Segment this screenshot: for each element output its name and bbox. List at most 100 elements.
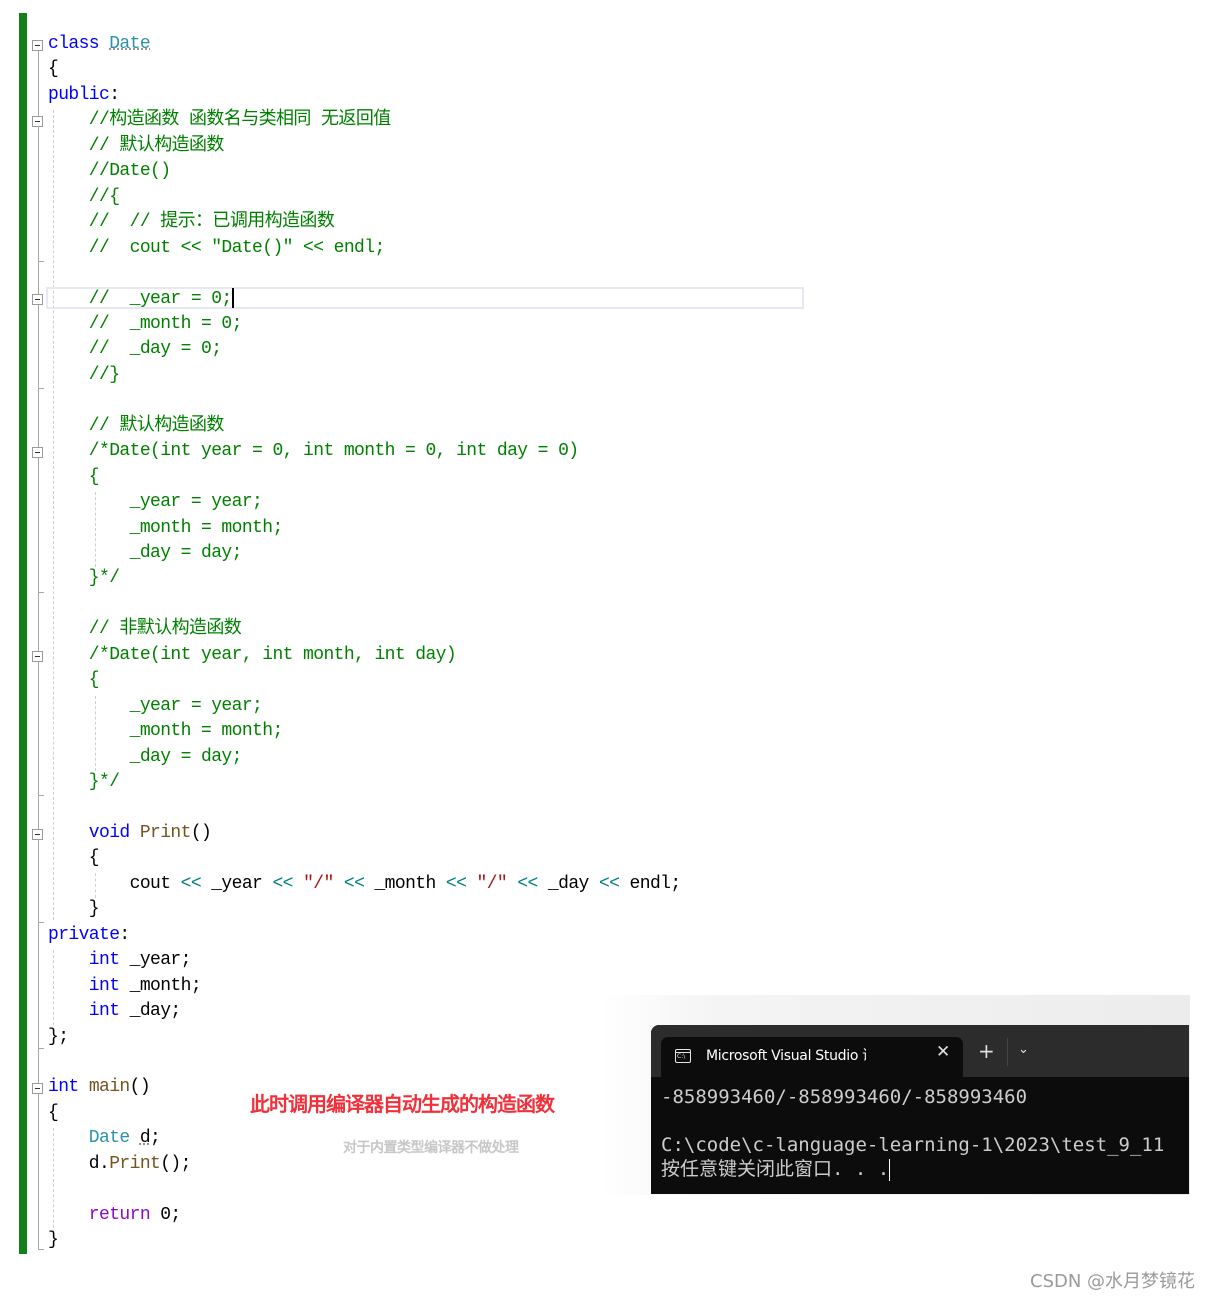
code-line: int main() (48, 1075, 151, 1100)
code-token: _year (201, 873, 273, 894)
code-line: return 0; (48, 1203, 181, 1228)
code-token: << (272, 873, 293, 894)
code-token: _year = year; (48, 492, 263, 513)
code-line: int _year; (48, 948, 192, 973)
terminal-tab-bar: C:\ Microsoft Visual Studio 调试控制台 ✕ + ⌄ (651, 1025, 1189, 1077)
code-token: public (48, 84, 110, 105)
code-token: //{ (48, 186, 120, 207)
annotation-secondary: 对于内置类型编译器不做处理 (343, 1140, 519, 1156)
code-token: //} (48, 364, 120, 385)
terminal-line: -858993460/-858993460/-858993460 (661, 1086, 1028, 1108)
chevron-down-icon[interactable]: ⌄ (1018, 1042, 1029, 1057)
annotation-primary: 此时调用编译器自动生成的构造函数 (250, 1092, 555, 1116)
fold-end (38, 1249, 44, 1250)
code-line: _month = month; (48, 719, 284, 744)
code-line: }; (48, 1025, 69, 1050)
code-token: // // 提示：已调用构造函数 (48, 212, 335, 233)
code-token: class (48, 34, 110, 54)
terminal-line-prompt: 按任意键关闭此窗口. . . (661, 1157, 1164, 1181)
code-token: // 非默认构造函数 (48, 619, 242, 640)
fold-toggle-comment-1[interactable] (32, 116, 43, 127)
code-line: // 默认构造函数 (48, 414, 225, 439)
code-token: void (48, 822, 140, 843)
code-token: int (48, 950, 120, 971)
code-line: { (48, 57, 59, 82)
code-token: int (48, 1001, 120, 1022)
code-line: _day = day; (48, 541, 243, 566)
new-tab-button[interactable]: + (978, 1040, 995, 1062)
code-line: } (48, 897, 100, 922)
code-line: int _month; (48, 974, 202, 999)
code-line: void Print() (48, 821, 212, 846)
code-line: private: (48, 923, 130, 948)
terminal-tab-title: Microsoft Visual Studio 调试控制台 (706, 1048, 866, 1064)
code-line: // // 提示：已调用构造函数 (48, 210, 335, 235)
code-token: << (343, 873, 365, 894)
code-token: _month (364, 873, 446, 894)
code-token: //构造函数 函数名与类相同 无返回值 (48, 110, 391, 131)
fold-toggle-print[interactable] (32, 829, 43, 840)
code-token: cout (48, 873, 181, 894)
code-token: _day = day; (48, 543, 243, 563)
code-token: d (139, 1128, 151, 1149)
fold-end (38, 1048, 44, 1049)
close-icon[interactable]: ✕ (936, 1042, 950, 1062)
terminal-output[interactable]: -858993460/-858993460/-858993460 C:\code\… (661, 1085, 1164, 1181)
code-token: "/" (303, 873, 334, 894)
code-token: } (48, 1230, 59, 1251)
code-line: class Date (48, 32, 151, 57)
fold-toggle-comment-3[interactable] (32, 447, 43, 458)
code-token: { (48, 59, 59, 80)
code-token: int (48, 1077, 89, 1098)
fold-line-class (38, 51, 39, 1249)
code-line: // 默认构造函数 (48, 134, 225, 159)
code-token: // _month = 0; (48, 313, 243, 334)
code-token: ; (150, 1128, 161, 1149)
code-token: /*Date(int year = 0, int month = 0, int … (48, 441, 579, 462)
code-line: //} (48, 363, 120, 388)
fold-toggle-comment-2[interactable] (32, 294, 43, 305)
code-token: << (180, 873, 202, 894)
code-token: { (48, 1102, 59, 1123)
fold-end (38, 388, 44, 389)
code-token: }*/ (48, 772, 120, 793)
code-token: // 默认构造函数 (48, 135, 225, 156)
code-line: /*Date(int year, int month, int day) (48, 643, 457, 668)
code-token: () (190, 822, 212, 843)
code-token: Date (109, 34, 151, 54)
code-token: Print (139, 822, 192, 843)
code-token: { (48, 848, 100, 869)
fold-toggle-main[interactable] (32, 1083, 43, 1094)
fold-end (38, 795, 44, 796)
code-token: () (129, 1077, 151, 1098)
console-icon: C:\ (675, 1049, 691, 1063)
code-token: } (48, 899, 100, 920)
terminal-prompt-text: 按任意键关闭此窗口. . . (661, 1158, 890, 1180)
fold-toggle-comment-4[interactable] (32, 651, 43, 662)
code-line: Date d; (48, 1126, 161, 1151)
code-line: } (48, 1228, 59, 1253)
code-line: { (48, 1101, 59, 1126)
code-line: //{ (48, 185, 120, 210)
code-line: }*/ (48, 770, 120, 795)
code-line: _year = year; (48, 694, 263, 719)
debug-console-window: C:\ Microsoft Visual Studio 调试控制台 ✕ + ⌄ … (651, 1025, 1189, 1194)
code-token: _day (537, 873, 599, 894)
code-token: _day = day; (48, 746, 243, 767)
code-token: _month = month; (48, 721, 284, 742)
fold-end (38, 261, 44, 262)
fold-toggle-class[interactable] (32, 40, 43, 51)
code-line: //Date() (48, 159, 171, 184)
code-line: // _year = 0; (48, 287, 234, 312)
code-line: // cout << "Date()" << endl; (48, 236, 385, 261)
code-token: _day; (119, 1001, 182, 1022)
terminal-tab[interactable]: C:\ Microsoft Visual Studio 调试控制台 ✕ (661, 1037, 963, 1077)
code-token: d. (48, 1153, 110, 1174)
code-token: // cout << "Date()" << endl; (48, 237, 385, 258)
code-token: { (48, 670, 100, 691)
code-token: // 默认构造函数 (48, 415, 225, 436)
code-line: //构造函数 函数名与类相同 无返回值 (48, 108, 391, 133)
code-token: << (445, 873, 467, 894)
text-caret (231, 287, 234, 308)
